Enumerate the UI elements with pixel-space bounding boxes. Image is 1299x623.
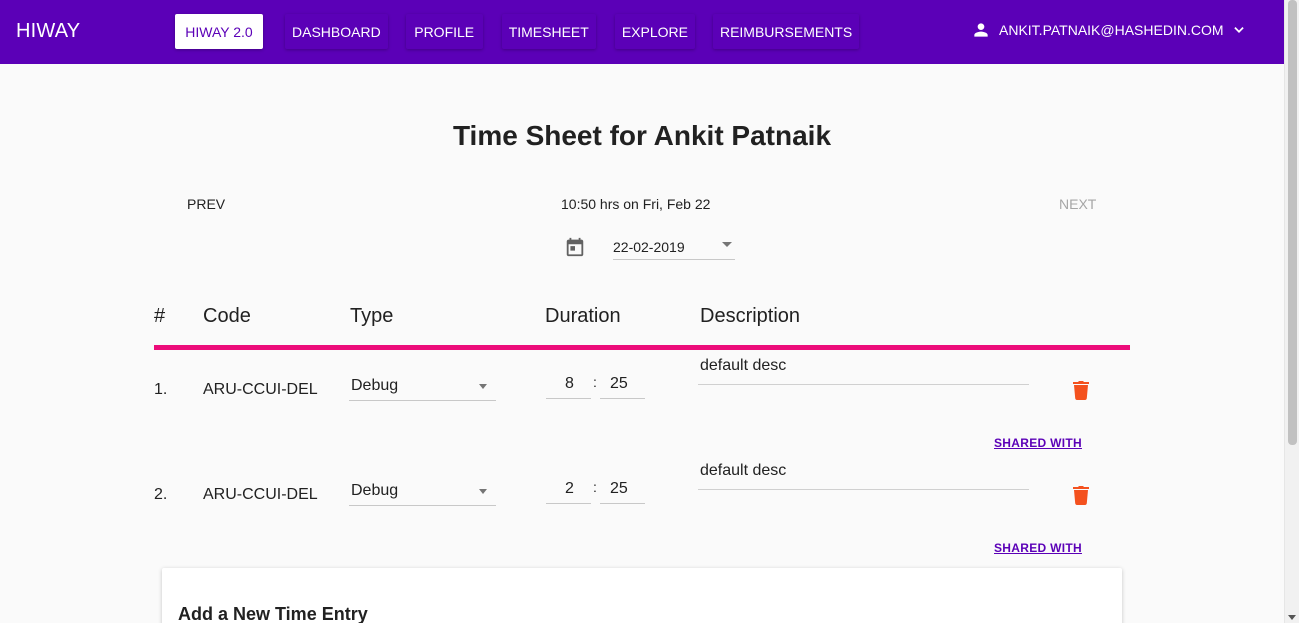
nav-reimbursements[interactable]: REIMBURSEMENTS [713,14,859,49]
page-scrollbar[interactable] [1284,0,1299,623]
hours-summary: 10:50 hrs on Fri, Feb 22 [561,196,711,212]
calendar-icon[interactable] [564,236,586,263]
row-index: 2. [154,486,168,503]
nav-profile[interactable]: PROFILE [406,14,483,49]
header-divider [154,345,1130,350]
row-index: 1. [154,381,168,398]
caret-down-icon [722,242,732,247]
hours-input[interactable]: 8 [546,371,591,399]
duration-colon: : [593,374,597,390]
row-code: ARU-CCUI-DEL [203,381,318,398]
type-select-value: Debug [351,377,399,394]
brand-logo[interactable]: HIWAY [16,20,80,43]
row-code: ARU-CCUI-DEL [203,486,318,503]
date-value: 22-02-2019 [613,239,685,255]
app-bar: HIWAY HIWAY 2.0 DASHBOARD PROFILE TIMESH… [0,0,1284,64]
main-nav: HIWAY 2.0 DASHBOARD PROFILE TIMESHEET EX… [175,14,884,49]
next-day-button[interactable]: NEXT [1059,196,1096,212]
description-value: default desc [700,462,787,479]
type-select-value: Debug [351,482,399,499]
hours-value: 2 [565,480,574,497]
duration-colon: : [593,479,597,495]
description-input[interactable]: default desc [698,460,1029,490]
new-entry-title: Add a New Time Entry [178,604,368,623]
header-index: # [154,305,166,327]
description-value: default desc [700,357,787,374]
hours-input[interactable]: 2 [546,476,591,504]
hours-value: 8 [565,375,574,392]
header-duration: Duration [545,305,621,327]
header-type: Type [350,305,394,327]
nav-dashboard[interactable]: DASHBOARD [285,14,388,49]
nav-hiway-2[interactable]: HIWAY 2.0 [175,14,263,49]
nav-timesheet[interactable]: TIMESHEET [502,14,596,49]
type-select[interactable]: Debug [349,372,496,401]
shared-with-link[interactable]: SHARED WITH [994,436,1082,450]
minutes-input[interactable]: 25 [600,476,645,504]
description-input[interactable]: default desc [698,355,1029,385]
delete-icon[interactable] [1073,380,1089,405]
header-description: Description [700,305,801,327]
person-icon [971,20,991,40]
prev-day-button[interactable]: PREV [187,196,225,212]
minutes-value: 25 [610,375,628,392]
shared-with-link[interactable]: SHARED WITH [994,541,1082,555]
header-code: Code [203,305,251,327]
caret-down-icon [479,489,487,494]
chevron-down-icon[interactable] [1232,23,1246,37]
page-title: Time Sheet for Ankit Patnaik [452,120,832,151]
scrollbar-thumb[interactable] [1288,0,1297,445]
delete-icon[interactable] [1073,485,1089,510]
minutes-value: 25 [610,480,628,497]
nav-explore[interactable]: EXPLORE [615,14,695,49]
date-picker[interactable]: 22-02-2019 [613,233,735,260]
user-menu[interactable]: ANKIT.PATNAIK@HASHEDIN.COM [971,20,1246,40]
user-email: ANKIT.PATNAIK@HASHEDIN.COM [999,22,1224,38]
minutes-input[interactable]: 25 [600,371,645,399]
type-select[interactable]: Debug [349,477,496,506]
new-entry-card: Add a New Time Entry [162,568,1122,623]
scroll-down-arrow-icon[interactable] [1288,615,1296,620]
caret-down-icon [479,384,487,389]
